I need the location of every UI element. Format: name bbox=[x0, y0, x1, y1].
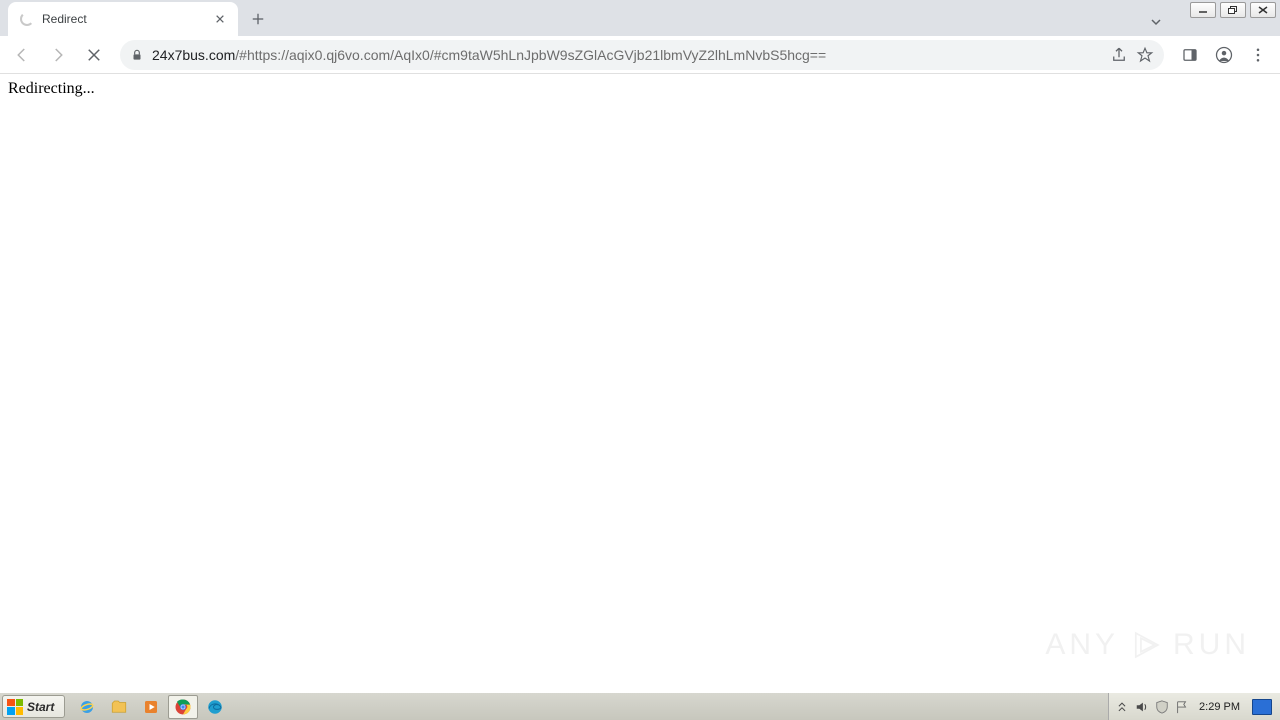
minimize-button[interactable] bbox=[1190, 2, 1216, 18]
taskbar-explorer[interactable] bbox=[104, 695, 134, 719]
tab-strip: Redirect bbox=[0, 0, 1280, 36]
tray-clock[interactable]: 2:29 PM bbox=[1193, 701, 1246, 713]
tray-flag[interactable] bbox=[1173, 695, 1191, 719]
start-button[interactable]: Start bbox=[2, 695, 65, 718]
panel-icon bbox=[1181, 46, 1199, 64]
system-tray: 2:29 PM bbox=[1108, 693, 1280, 720]
volume-icon bbox=[1135, 700, 1149, 714]
chevrons-icon bbox=[1115, 700, 1129, 714]
address-bar[interactable]: 24x7bus.com/#https://aqix0.qj6vo.com/AqI… bbox=[120, 40, 1164, 70]
minimize-icon bbox=[1197, 5, 1209, 15]
side-panel-button[interactable] bbox=[1174, 39, 1206, 71]
tray-expand-button[interactable] bbox=[1113, 695, 1131, 719]
ie-icon bbox=[78, 698, 96, 716]
toolbar-right bbox=[1174, 39, 1274, 71]
url-path: /#https://aqix0.qj6vo.com/AqIx0/#cm9taW5… bbox=[235, 47, 826, 63]
window-controls bbox=[1186, 0, 1280, 20]
tray-show-desktop[interactable] bbox=[1252, 699, 1272, 715]
maximize-icon bbox=[1227, 5, 1239, 15]
shield-icon bbox=[1155, 700, 1169, 714]
page-content: Redirecting... ANY RUN bbox=[0, 74, 1280, 692]
kebab-icon bbox=[1249, 46, 1267, 64]
lock-icon[interactable] bbox=[130, 48, 144, 62]
watermark: ANY RUN bbox=[1045, 628, 1250, 662]
tab-overflow-button[interactable] bbox=[1142, 8, 1170, 36]
forward-button[interactable] bbox=[42, 39, 74, 71]
menu-button[interactable] bbox=[1242, 39, 1274, 71]
chevron-down-icon bbox=[1150, 16, 1162, 28]
media-icon bbox=[142, 698, 160, 716]
url-text: 24x7bus.com/#https://aqix0.qj6vo.com/AqI… bbox=[152, 47, 1102, 63]
browser-toolbar: 24x7bus.com/#https://aqix0.qj6vo.com/AqI… bbox=[0, 36, 1280, 74]
star-icon bbox=[1136, 46, 1154, 64]
play-icon bbox=[1129, 628, 1163, 662]
taskbar-chrome[interactable] bbox=[168, 695, 198, 719]
back-button[interactable] bbox=[6, 39, 38, 71]
profile-button[interactable] bbox=[1208, 39, 1240, 71]
redirecting-text: Redirecting... bbox=[8, 80, 95, 97]
watermark-left: ANY bbox=[1045, 628, 1119, 662]
stop-icon bbox=[85, 46, 103, 64]
person-icon bbox=[1215, 46, 1233, 64]
tab-title: Redirect bbox=[42, 12, 204, 26]
stop-button[interactable] bbox=[78, 39, 110, 71]
taskbar: Start bbox=[0, 692, 1280, 720]
tray-volume[interactable] bbox=[1133, 695, 1151, 719]
close-icon bbox=[1257, 5, 1269, 15]
bookmark-button[interactable] bbox=[1136, 46, 1154, 64]
share-icon bbox=[1110, 46, 1128, 64]
arrow-right-icon bbox=[49, 46, 67, 64]
share-button[interactable] bbox=[1110, 46, 1128, 64]
start-label: Start bbox=[27, 700, 54, 714]
tab-close-button[interactable] bbox=[212, 11, 228, 27]
url-host: 24x7bus.com bbox=[152, 47, 235, 63]
quick-launch bbox=[67, 693, 235, 720]
window-close-button[interactable] bbox=[1250, 2, 1276, 18]
edge-icon bbox=[206, 698, 224, 716]
taskbar-edge[interactable] bbox=[200, 695, 230, 719]
windows-flag-icon bbox=[7, 699, 23, 715]
folder-icon bbox=[110, 698, 128, 716]
browser-tab[interactable]: Redirect bbox=[8, 2, 238, 36]
loading-spinner-icon bbox=[20, 12, 34, 26]
arrow-left-icon bbox=[13, 46, 31, 64]
tray-security[interactable] bbox=[1153, 695, 1171, 719]
close-icon bbox=[215, 14, 225, 24]
taskbar-media[interactable] bbox=[136, 695, 166, 719]
taskbar-ie[interactable] bbox=[72, 695, 102, 719]
browser-window: Redirect bbox=[0, 0, 1280, 692]
watermark-right: RUN bbox=[1173, 628, 1250, 662]
new-tab-button[interactable] bbox=[244, 5, 272, 33]
plus-icon bbox=[251, 12, 265, 26]
flag-icon bbox=[1175, 700, 1189, 714]
maximize-button[interactable] bbox=[1220, 2, 1246, 18]
chrome-icon bbox=[174, 698, 192, 716]
